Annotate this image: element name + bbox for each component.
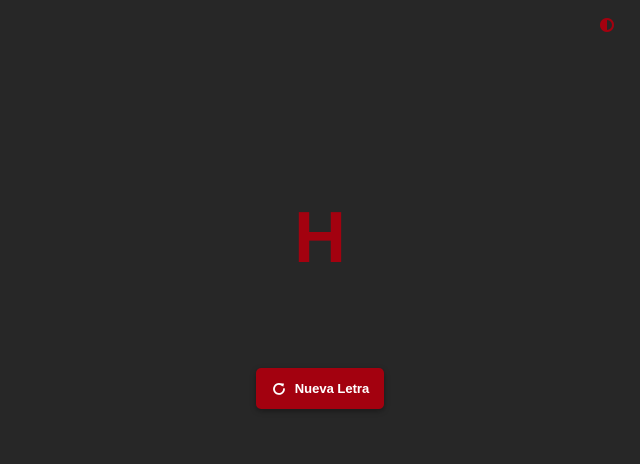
current-letter: H (294, 198, 346, 278)
contrast-icon (599, 17, 615, 33)
refresh-icon (271, 381, 287, 397)
new-letter-button[interactable]: Nueva Letra (256, 368, 384, 409)
new-letter-label: Nueva Letra (294, 381, 370, 396)
theme-toggle-button[interactable] (598, 16, 616, 34)
